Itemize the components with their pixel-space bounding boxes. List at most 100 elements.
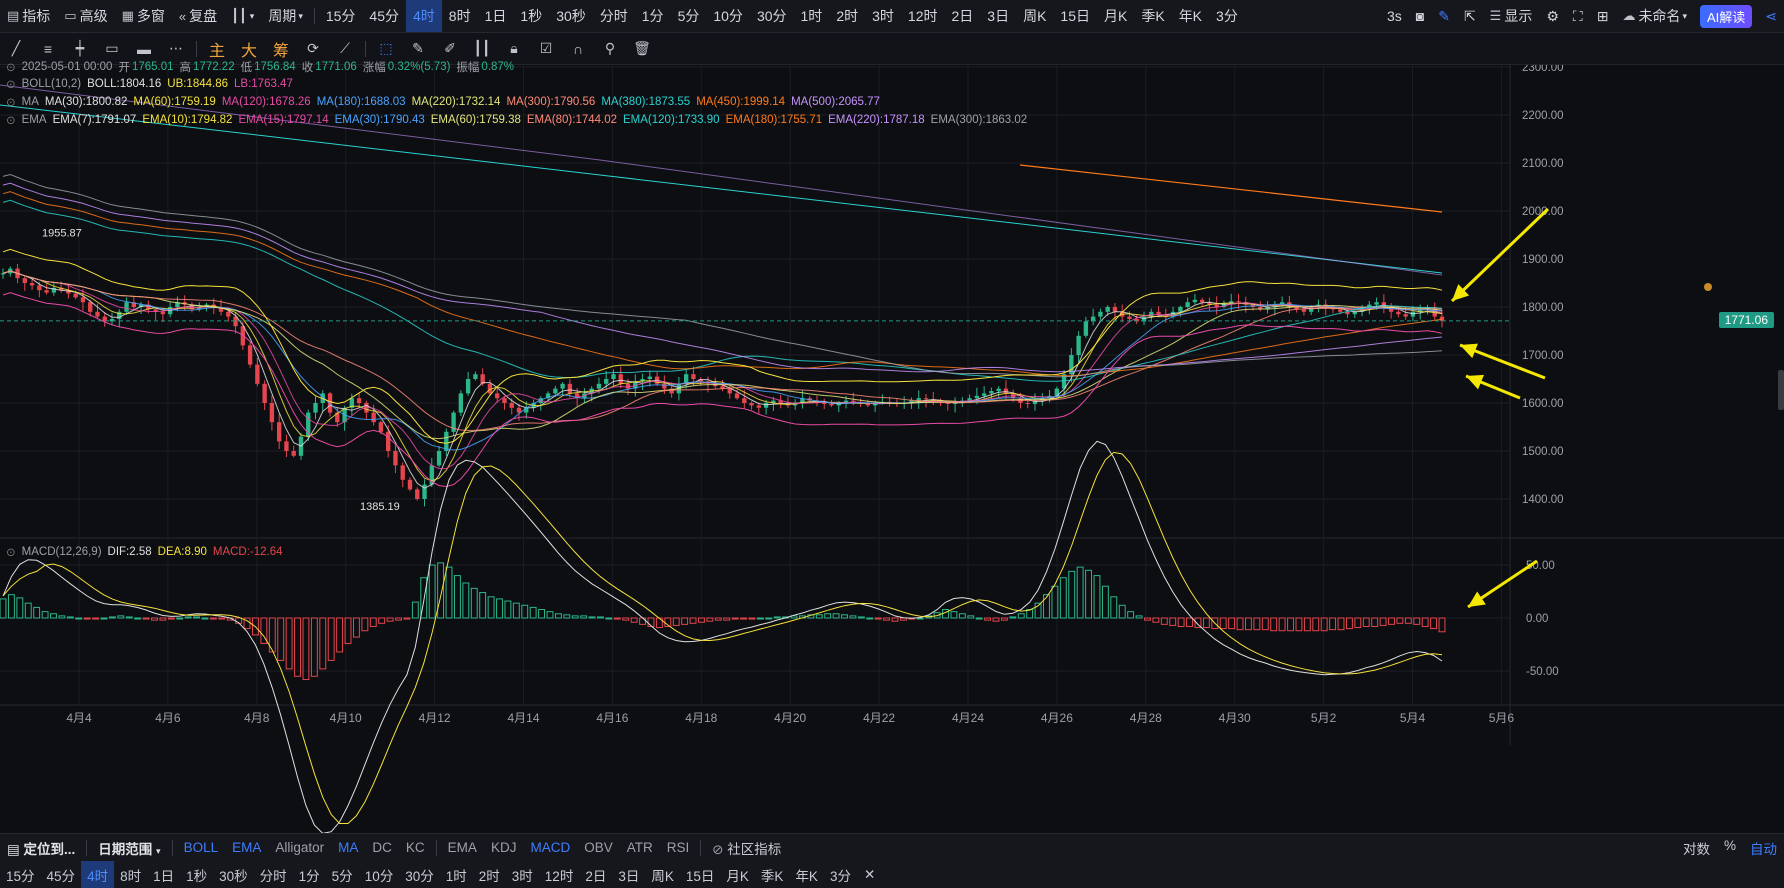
locate-button[interactable]: ▤ 定位到... — [0, 838, 82, 858]
bottom-period-tab[interactable]: 3日 — [612, 861, 645, 888]
bottom-period-tab[interactable]: 1秒 — [180, 861, 213, 888]
bottom-period-tab[interactable]: 1分 — [293, 861, 326, 888]
period-tab[interactable]: 1秒 — [513, 0, 549, 32]
main-indicator-toggle[interactable]: EMA — [225, 840, 268, 855]
bottom-period-tab[interactable]: 1时 — [440, 861, 473, 888]
period-tab[interactable]: 4时 — [406, 0, 442, 32]
period-tab[interactable]: 1时 — [794, 0, 830, 32]
bottom-period-tab[interactable]: 8时 — [114, 861, 147, 888]
period-tab[interactable]: 3时 — [865, 0, 901, 32]
sub-indicator-toggle[interactable]: OBV — [577, 840, 620, 855]
period-tab[interactable]: 季K — [1134, 0, 1171, 32]
period-tab[interactable]: 3分 — [1209, 0, 1245, 32]
macd-bar — [773, 616, 781, 619]
fullscreen-icon[interactable]: ⛶ — [1566, 0, 1590, 32]
bottom-period-tab[interactable]: 12时 — [539, 861, 580, 888]
bottom-period-tab[interactable]: 年K — [789, 861, 824, 888]
period-tab[interactable]: 周K — [1016, 0, 1053, 32]
chart-type-button[interactable]: ┃┃ ▾ — [224, 0, 261, 32]
collapse-icon[interactable]: ⊙ — [6, 95, 16, 109]
ai-analysis-button[interactable]: AI解读 — [1699, 4, 1753, 28]
period-tab[interactable]: 30分 — [750, 0, 794, 32]
unnamed-layout-button[interactable]: ☁ 未命名 ▾ — [1615, 0, 1694, 32]
date-range-dropdown[interactable]: 日期范围 ▾ — [91, 838, 167, 858]
edit-box-icon[interactable]: ☑ — [530, 33, 562, 64]
chart-canvas[interactable]: 2300.002200.002100.002000.001900.001800.… — [0, 65, 1784, 833]
period-tab[interactable]: 3日 — [980, 0, 1016, 32]
price-axis-tick: 2200.00 — [1522, 110, 1564, 122]
bottom-period-tab[interactable]: 30分 — [399, 861, 440, 888]
bottom-period-tab[interactable]: 分时 — [254, 861, 293, 888]
magnet-icon[interactable]: ∩ — [562, 33, 594, 64]
bottom-period-tab[interactable]: 周K — [645, 861, 680, 888]
chart-area[interactable]: 2300.002200.002100.002000.001900.001800.… — [0, 65, 1784, 833]
sub-indicator-toggle[interactable]: ATR — [620, 840, 660, 855]
collapse-icon[interactable]: ⊙ — [6, 77, 16, 91]
bottom-period-tab[interactable]: 3时 — [506, 861, 539, 888]
layout-icon[interactable]: ⊞ — [1590, 0, 1616, 32]
bottom-period-tab[interactable]: 45分 — [41, 861, 82, 888]
trash-icon[interactable]: 🗑︎ — [626, 33, 658, 64]
auto-scale-toggle[interactable]: 自动 — [1743, 838, 1784, 858]
main-indicator-toggle[interactable]: KC — [399, 840, 432, 855]
period-tab[interactable]: 2日 — [944, 0, 980, 32]
period-tab[interactable]: 年K — [1172, 0, 1209, 32]
pen-icon[interactable]: ✎ — [1431, 0, 1457, 32]
period-tab[interactable]: 12时 — [901, 0, 945, 32]
refresh-interval[interactable]: 3s — [1380, 0, 1409, 32]
period-dropdown[interactable]: 周期 ▾ — [261, 0, 310, 32]
bottom-period-tab[interactable]: 2时 — [473, 861, 506, 888]
period-tab[interactable]: 30秒 — [549, 0, 593, 32]
period-tab[interactable]: 月K — [1097, 0, 1134, 32]
percent-scale-toggle[interactable]: % — [1717, 838, 1743, 858]
period-tab[interactable]: 8时 — [442, 0, 478, 32]
bottom-period-tab[interactable]: 30秒 — [213, 861, 254, 888]
bottom-period-tab[interactable]: 4时 — [81, 861, 115, 888]
filter-icon[interactable]: ⚲ — [594, 33, 626, 64]
period-tab[interactable]: 15分 — [319, 0, 363, 32]
display-button[interactable]: ☰ 显示 — [1483, 0, 1540, 32]
x-axis-tick: 5月2 — [1311, 711, 1337, 725]
multiwindow-button[interactable]: ▦ 多窗 — [115, 0, 172, 32]
share-icon[interactable]: ⋖ — [1758, 0, 1784, 32]
bottom-period-tab[interactable]: 5分 — [326, 861, 359, 888]
period-tab[interactable]: 2时 — [829, 0, 865, 32]
period-tab[interactable]: 1日 — [478, 0, 514, 32]
bottom-period-tab[interactable]: 月K — [720, 861, 755, 888]
sub-indicator-toggle[interactable]: EMA — [441, 840, 484, 855]
period-tab[interactable]: 1分 — [635, 0, 671, 32]
advanced-button[interactable]: ▭ 高级 — [57, 0, 114, 32]
sub-indicator-toggle[interactable]: MACD — [523, 840, 577, 855]
collapse-icon[interactable]: ⊙ — [6, 113, 16, 127]
indicator-button[interactable]: ▤ 指标 — [0, 0, 57, 32]
macd-bar — [310, 617, 318, 677]
sub-indicator-toggle[interactable]: RSI — [660, 840, 697, 855]
camera-icon[interactable]: ◙ — [1409, 0, 1431, 32]
replay-button[interactable]: «复盘 — [172, 0, 224, 32]
export-icon[interactable]: ⇱ — [1457, 0, 1483, 32]
bottom-period-tab[interactable]: 2日 — [579, 861, 612, 888]
bottom-period-tab[interactable]: 15日 — [680, 861, 721, 888]
period-tab[interactable]: 5分 — [671, 0, 707, 32]
main-indicator-toggle[interactable]: BOLL — [177, 840, 226, 855]
bottom-period-tab[interactable]: 3分 — [824, 861, 857, 888]
main-indicator-toggle[interactable]: MA — [331, 840, 365, 855]
settings-icon[interactable]: ⚙ — [1539, 0, 1566, 32]
log-scale-toggle[interactable]: 对数 — [1676, 838, 1717, 858]
collapse-icon[interactable]: ⊙ — [6, 60, 16, 74]
main-indicator-toggle[interactable]: Alligator — [268, 840, 331, 855]
sub-indicator-toggle[interactable]: KDJ — [484, 840, 524, 855]
bottom-period-tab[interactable]: 10分 — [359, 861, 400, 888]
period-tab[interactable]: 45分 — [362, 0, 406, 32]
close-period-bar-icon[interactable]: ✕ — [857, 867, 882, 883]
bottom-period-tab[interactable]: 1日 — [147, 861, 180, 888]
period-tab[interactable]: 10分 — [706, 0, 750, 32]
main-indicator-toggle[interactable]: DC — [365, 840, 399, 855]
candle-body — [80, 297, 86, 303]
period-tab[interactable]: 15日 — [1053, 0, 1097, 32]
bottom-period-tab[interactable]: 季K — [755, 861, 790, 888]
bottom-period-tab[interactable]: 15分 — [0, 861, 41, 888]
community-indicator-button[interactable]: ⊘ 社区指标 — [705, 838, 788, 858]
period-tab[interactable]: 分时 — [593, 0, 635, 32]
collapse-icon[interactable]: ⊙ — [6, 545, 16, 559]
